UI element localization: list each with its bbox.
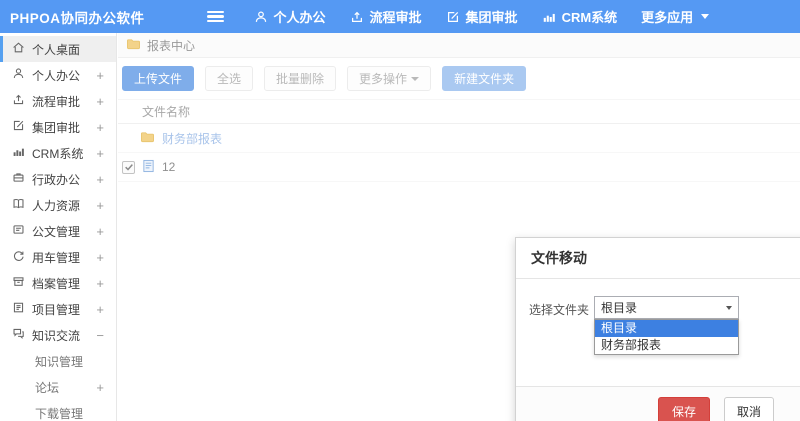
- folder-icon: [140, 130, 155, 146]
- nav-personal-office[interactable]: 个人办公: [254, 7, 326, 26]
- clipboard-icon: [12, 301, 32, 317]
- sidebar-item-document-management[interactable]: 公文管理 +: [0, 218, 116, 244]
- home-icon: [12, 41, 32, 57]
- sidebar-item-group-approval[interactable]: 集团审批 +: [0, 114, 116, 140]
- row-checkbox[interactable]: [122, 160, 135, 174]
- sidebar-item-crm-system[interactable]: CRM系统 +: [0, 140, 116, 166]
- nav-group-approval[interactable]: 集团审批: [446, 7, 518, 26]
- expand-icon[interactable]: +: [96, 224, 104, 239]
- sidebar-item-human-resources[interactable]: 人力资源 +: [0, 192, 116, 218]
- file-move-dialog: 文件移动 选择文件夹 根目录 根目录 财务部报表 保存 取消: [515, 237, 800, 421]
- edit-icon: [12, 119, 32, 135]
- expand-icon[interactable]: +: [96, 146, 104, 161]
- sidebar-subitem-forum[interactable]: 论坛 +: [0, 374, 116, 400]
- caret-down-icon: [701, 14, 710, 19]
- bar-chart-icon: [12, 145, 32, 161]
- spreadsheet-file-icon: [142, 159, 155, 176]
- selected-option-text: 根目录: [601, 301, 638, 315]
- expand-icon[interactable]: +: [96, 94, 104, 109]
- sidebar-item-archive-management[interactable]: 档案管理 +: [0, 270, 116, 296]
- dialog-footer: 保存 取消: [516, 386, 800, 421]
- file-row[interactable]: 12: [118, 153, 800, 182]
- folder-icon: [126, 37, 141, 53]
- upload-file-button[interactable]: 上传文件: [122, 66, 195, 91]
- collapse-icon[interactable]: −: [96, 328, 104, 343]
- sidebar-item-admin-office[interactable]: 行政办公 +: [0, 166, 116, 192]
- chat-bubbles-icon: [12, 327, 32, 343]
- expand-icon[interactable]: +: [96, 68, 104, 83]
- app-logo: PHPOA协同办公软件: [10, 10, 145, 26]
- select-all-button[interactable]: 全选: [205, 66, 254, 91]
- caret-down-icon: [411, 76, 420, 81]
- select-caret-icon: [726, 305, 732, 310]
- option-root-directory[interactable]: 根目录: [595, 320, 738, 337]
- upload-icon: [350, 10, 364, 24]
- folder-select[interactable]: 根目录: [594, 296, 739, 319]
- cancel-button[interactable]: 取消: [724, 397, 775, 421]
- batch-delete-button[interactable]: 批量删除: [264, 66, 337, 91]
- expand-icon[interactable]: +: [96, 302, 104, 317]
- user-icon: [254, 10, 268, 24]
- top-navigation: 个人办公 流程审批 集团审批 CRM系统 更多应用: [254, 7, 734, 26]
- dialog-title: 文件移动: [516, 238, 800, 279]
- file-name-text: 12: [162, 160, 176, 174]
- sidebar-subitem-download-management[interactable]: 下载管理: [0, 400, 116, 421]
- expand-icon[interactable]: +: [96, 120, 104, 135]
- more-operations-button[interactable]: 更多操作: [347, 66, 432, 91]
- breadcrumb: 报表中心: [118, 33, 800, 58]
- expand-icon[interactable]: +: [96, 250, 104, 265]
- sidebar-subitem-knowledge-management[interactable]: 知识管理: [0, 348, 116, 374]
- topbar: PHPOA协同办公软件 个人办公 流程审批 集团审批 CRM系统 更多应用: [0, 0, 800, 33]
- upload-icon: [12, 93, 32, 109]
- nav-more-apps[interactable]: 更多应用: [641, 7, 710, 26]
- edit-icon: [446, 10, 460, 24]
- sidebar-item-knowledge-exchange[interactable]: 知识交流 −: [0, 322, 116, 348]
- expand-icon[interactable]: +: [96, 198, 104, 213]
- user-icon: [12, 67, 32, 83]
- nav-workflow-approval[interactable]: 流程审批: [350, 7, 422, 26]
- breadcrumb-label: 报表中心: [147, 38, 196, 53]
- folder-select-dropdown: 根目录 财务部报表: [594, 319, 739, 355]
- book-icon: [12, 197, 32, 213]
- nav-crm-system[interactable]: CRM系统: [542, 7, 617, 26]
- sidebar-item-workflow-approval[interactable]: 流程审批 +: [0, 88, 116, 114]
- sidebar-item-vehicle-management[interactable]: 用车管理 +: [0, 244, 116, 270]
- folder-select-label: 选择文件夹: [529, 303, 590, 317]
- bar-chart-icon: [542, 10, 556, 24]
- option-finance-reports[interactable]: 财务部报表: [595, 337, 738, 354]
- sidebar: 个人桌面 个人办公 + 流程审批 + 集团审批 + CRM系统 + 行政办公 +…: [0, 33, 117, 421]
- save-button[interactable]: 保存: [658, 397, 711, 421]
- menu-toggle-icon[interactable]: [206, 10, 224, 23]
- sidebar-item-personal-office[interactable]: 个人办公 +: [0, 62, 116, 88]
- sidebar-item-personal-desktop[interactable]: 个人桌面: [0, 36, 116, 62]
- briefcase-icon: [12, 171, 32, 187]
- folder-name-link[interactable]: 财务部报表: [162, 130, 222, 147]
- toolbar: 上传文件 全选 批量删除 更多操作 新建文件夹: [118, 58, 800, 100]
- expand-icon[interactable]: +: [96, 380, 104, 395]
- file-name-column-header: 文件名称: [118, 100, 800, 124]
- app-window: PHPOA协同办公软件 个人办公 流程审批 集团审批 CRM系统 更多应用 个人…: [0, 0, 800, 421]
- document-icon: [12, 223, 32, 239]
- expand-icon[interactable]: +: [96, 276, 104, 291]
- new-folder-button[interactable]: 新建文件夹: [442, 66, 527, 91]
- expand-icon[interactable]: +: [96, 172, 104, 187]
- sidebar-item-project-management[interactable]: 项目管理 +: [0, 296, 116, 322]
- archive-icon: [12, 275, 32, 291]
- vehicle-icon: [12, 249, 32, 265]
- folder-row[interactable]: 财务部报表: [118, 124, 800, 153]
